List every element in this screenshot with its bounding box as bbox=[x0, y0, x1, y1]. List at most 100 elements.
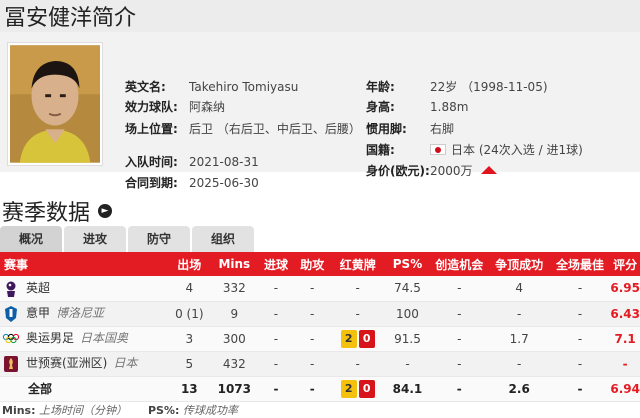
competition-name[interactable]: 世预赛(亚洲区) bbox=[26, 356, 107, 370]
assists-cell: - bbox=[294, 301, 331, 327]
info-label: 身高: bbox=[366, 100, 395, 114]
goals-cell: - bbox=[257, 351, 295, 377]
header-assists: 助攻 bbox=[294, 252, 331, 276]
page-title-bar: 冨安健洋简介 bbox=[0, 0, 640, 32]
pass-pct-cell: 74.5 bbox=[385, 276, 430, 302]
goals-cell: - bbox=[257, 376, 295, 402]
world-cup-qualifier-icon bbox=[4, 355, 18, 372]
motm-cell: - bbox=[549, 326, 611, 352]
premier-league-icon bbox=[6, 281, 16, 297]
rating-cell: 6.94 bbox=[610, 376, 640, 402]
apps-cell: 0 (1) bbox=[167, 301, 211, 327]
cards-cell: - bbox=[330, 301, 386, 327]
table-row: 意甲 博洛尼亚 0 (1) 9 - - - 100 - - - 6.43 bbox=[0, 301, 640, 327]
arrow-right-circle-icon[interactable]: ► bbox=[98, 204, 113, 218]
competition-cell: 世预赛(亚洲区) 日本 bbox=[0, 351, 168, 377]
competition-name[interactable]: 奥运男足 bbox=[26, 331, 74, 345]
apps-cell: 3 bbox=[167, 326, 211, 352]
info-value: 后卫 （右后卫、中后卫、后腰） bbox=[189, 122, 361, 136]
goals-cell: - bbox=[257, 276, 295, 302]
header-cards: 红黄牌 bbox=[330, 252, 386, 276]
red-card-count: 0 bbox=[358, 379, 375, 398]
mins-cell: 9 bbox=[210, 301, 258, 327]
tab-organize[interactable]: 组织 bbox=[192, 226, 254, 252]
competition-name[interactable]: 意甲 bbox=[26, 306, 50, 320]
table-total-row: 全部 13 1073 - - 20 84.1 - 2.6 - 6.94 bbox=[0, 376, 640, 402]
info-value: 1.88m bbox=[430, 100, 469, 114]
info-label: 惯用脚: bbox=[366, 122, 407, 136]
mins-cell: 300 bbox=[210, 326, 258, 352]
chances-cell: - bbox=[429, 326, 489, 352]
info-value: 日本 (24次入选 / 进1球) bbox=[451, 143, 583, 157]
info-value: 2000万 bbox=[430, 164, 473, 178]
rating-cell: 7.1 bbox=[610, 326, 640, 352]
assists-cell: - bbox=[294, 376, 331, 402]
motm-cell: - bbox=[549, 276, 611, 302]
table-header-row: 赛事 出场 Mins 进球 助攻 红黄牌 PS% 创造机会 争顶成功 全场最佳 … bbox=[0, 252, 640, 276]
header-chances: 创造机会 bbox=[429, 252, 489, 276]
page-title: 冨安健洋简介 bbox=[4, 6, 137, 31]
header-goals: 进球 bbox=[257, 252, 295, 276]
pass-pct-cell: 91.5 bbox=[385, 326, 430, 352]
info-label: 合同到期: bbox=[125, 176, 178, 190]
yellow-card-count: 2 bbox=[340, 379, 357, 398]
cards-cell: 20 bbox=[330, 376, 386, 402]
assists-cell: - bbox=[294, 276, 331, 302]
competition-cell: 英超 bbox=[0, 276, 168, 302]
info-value: 2025-06-30 bbox=[189, 176, 259, 190]
total-label: 全部 bbox=[0, 376, 168, 402]
info-value: 22岁 （1998-11-05) bbox=[430, 80, 548, 94]
table-row: 奥运男足 日本国奥 3 300 - - 20 91.5 - 1.7 - 7.1 bbox=[0, 326, 640, 352]
header-aerial: 争顶成功 bbox=[488, 252, 550, 276]
rating-cell: 6.95 bbox=[610, 276, 640, 302]
rating-cell: - bbox=[610, 351, 640, 377]
footnote-mins-desc: 上场时间（分钟） bbox=[39, 404, 127, 417]
header-competition: 赛事 bbox=[0, 252, 168, 276]
cards-cell: - bbox=[330, 351, 386, 377]
aerial-cell: - bbox=[488, 301, 550, 327]
goals-cell: - bbox=[257, 301, 295, 327]
cards-cell: - bbox=[330, 276, 386, 302]
header-motm: 全场最佳 bbox=[549, 252, 611, 276]
serie-a-icon bbox=[5, 305, 17, 322]
pass-pct-cell: 84.1 bbox=[385, 376, 430, 402]
pass-pct-cell: - bbox=[385, 351, 430, 377]
rating-cell: 6.43 bbox=[610, 301, 640, 327]
info-label: 国籍: bbox=[366, 143, 395, 157]
tab-attack[interactable]: 进攻 bbox=[64, 226, 126, 252]
apps-cell: 5 bbox=[167, 351, 211, 377]
info-value[interactable]: 阿森纳 bbox=[189, 99, 225, 115]
footnote-mins-key: Mins: bbox=[2, 404, 36, 417]
aerial-cell: 2.6 bbox=[488, 376, 550, 402]
cards-cell: 20 bbox=[330, 326, 386, 352]
header-mins: Mins bbox=[210, 252, 258, 276]
header-rating: 评分 bbox=[610, 252, 640, 276]
info-label: 年龄: bbox=[366, 80, 395, 94]
info-value-wrap: 2000万 bbox=[430, 163, 497, 179]
info-value: 2021-08-31 bbox=[189, 155, 259, 169]
apps-cell: 13 bbox=[167, 376, 211, 402]
player-portrait-image bbox=[10, 45, 100, 163]
competition-cell: 奥运男足 日本国奥 bbox=[0, 326, 168, 352]
info-value: 右脚 bbox=[430, 122, 455, 136]
assists-cell: - bbox=[294, 351, 331, 377]
tab-overview[interactable]: 概况 bbox=[0, 226, 62, 252]
mins-cell: 1073 bbox=[210, 376, 258, 402]
footnote-ps-desc: 传球成功率 bbox=[182, 404, 238, 417]
competition-name[interactable]: 英超 bbox=[26, 281, 50, 295]
tab-defense[interactable]: 防守 bbox=[128, 226, 190, 252]
team-name[interactable]: 日本国奥 bbox=[80, 331, 128, 345]
team-name[interactable]: 博洛尼亚 bbox=[56, 306, 104, 320]
team-name[interactable]: 日本 bbox=[113, 356, 137, 370]
mins-cell: 332 bbox=[210, 276, 258, 302]
assists-cell: - bbox=[294, 326, 331, 352]
footnote-ps-key: PS%: bbox=[147, 404, 180, 417]
yellow-card-count: 2 bbox=[340, 329, 357, 348]
apps-cell: 4 bbox=[167, 276, 211, 302]
japan-flag-icon bbox=[430, 144, 446, 155]
table-row: 世预赛(亚洲区) 日本 5 432 - - - - - - - - bbox=[0, 351, 640, 377]
header-apps: 出场 bbox=[167, 252, 211, 276]
header-pass-pct: PS% bbox=[385, 252, 430, 276]
info-value: Takehiro Tomiyasu bbox=[189, 80, 299, 94]
pass-pct-cell: 100 bbox=[385, 301, 430, 327]
